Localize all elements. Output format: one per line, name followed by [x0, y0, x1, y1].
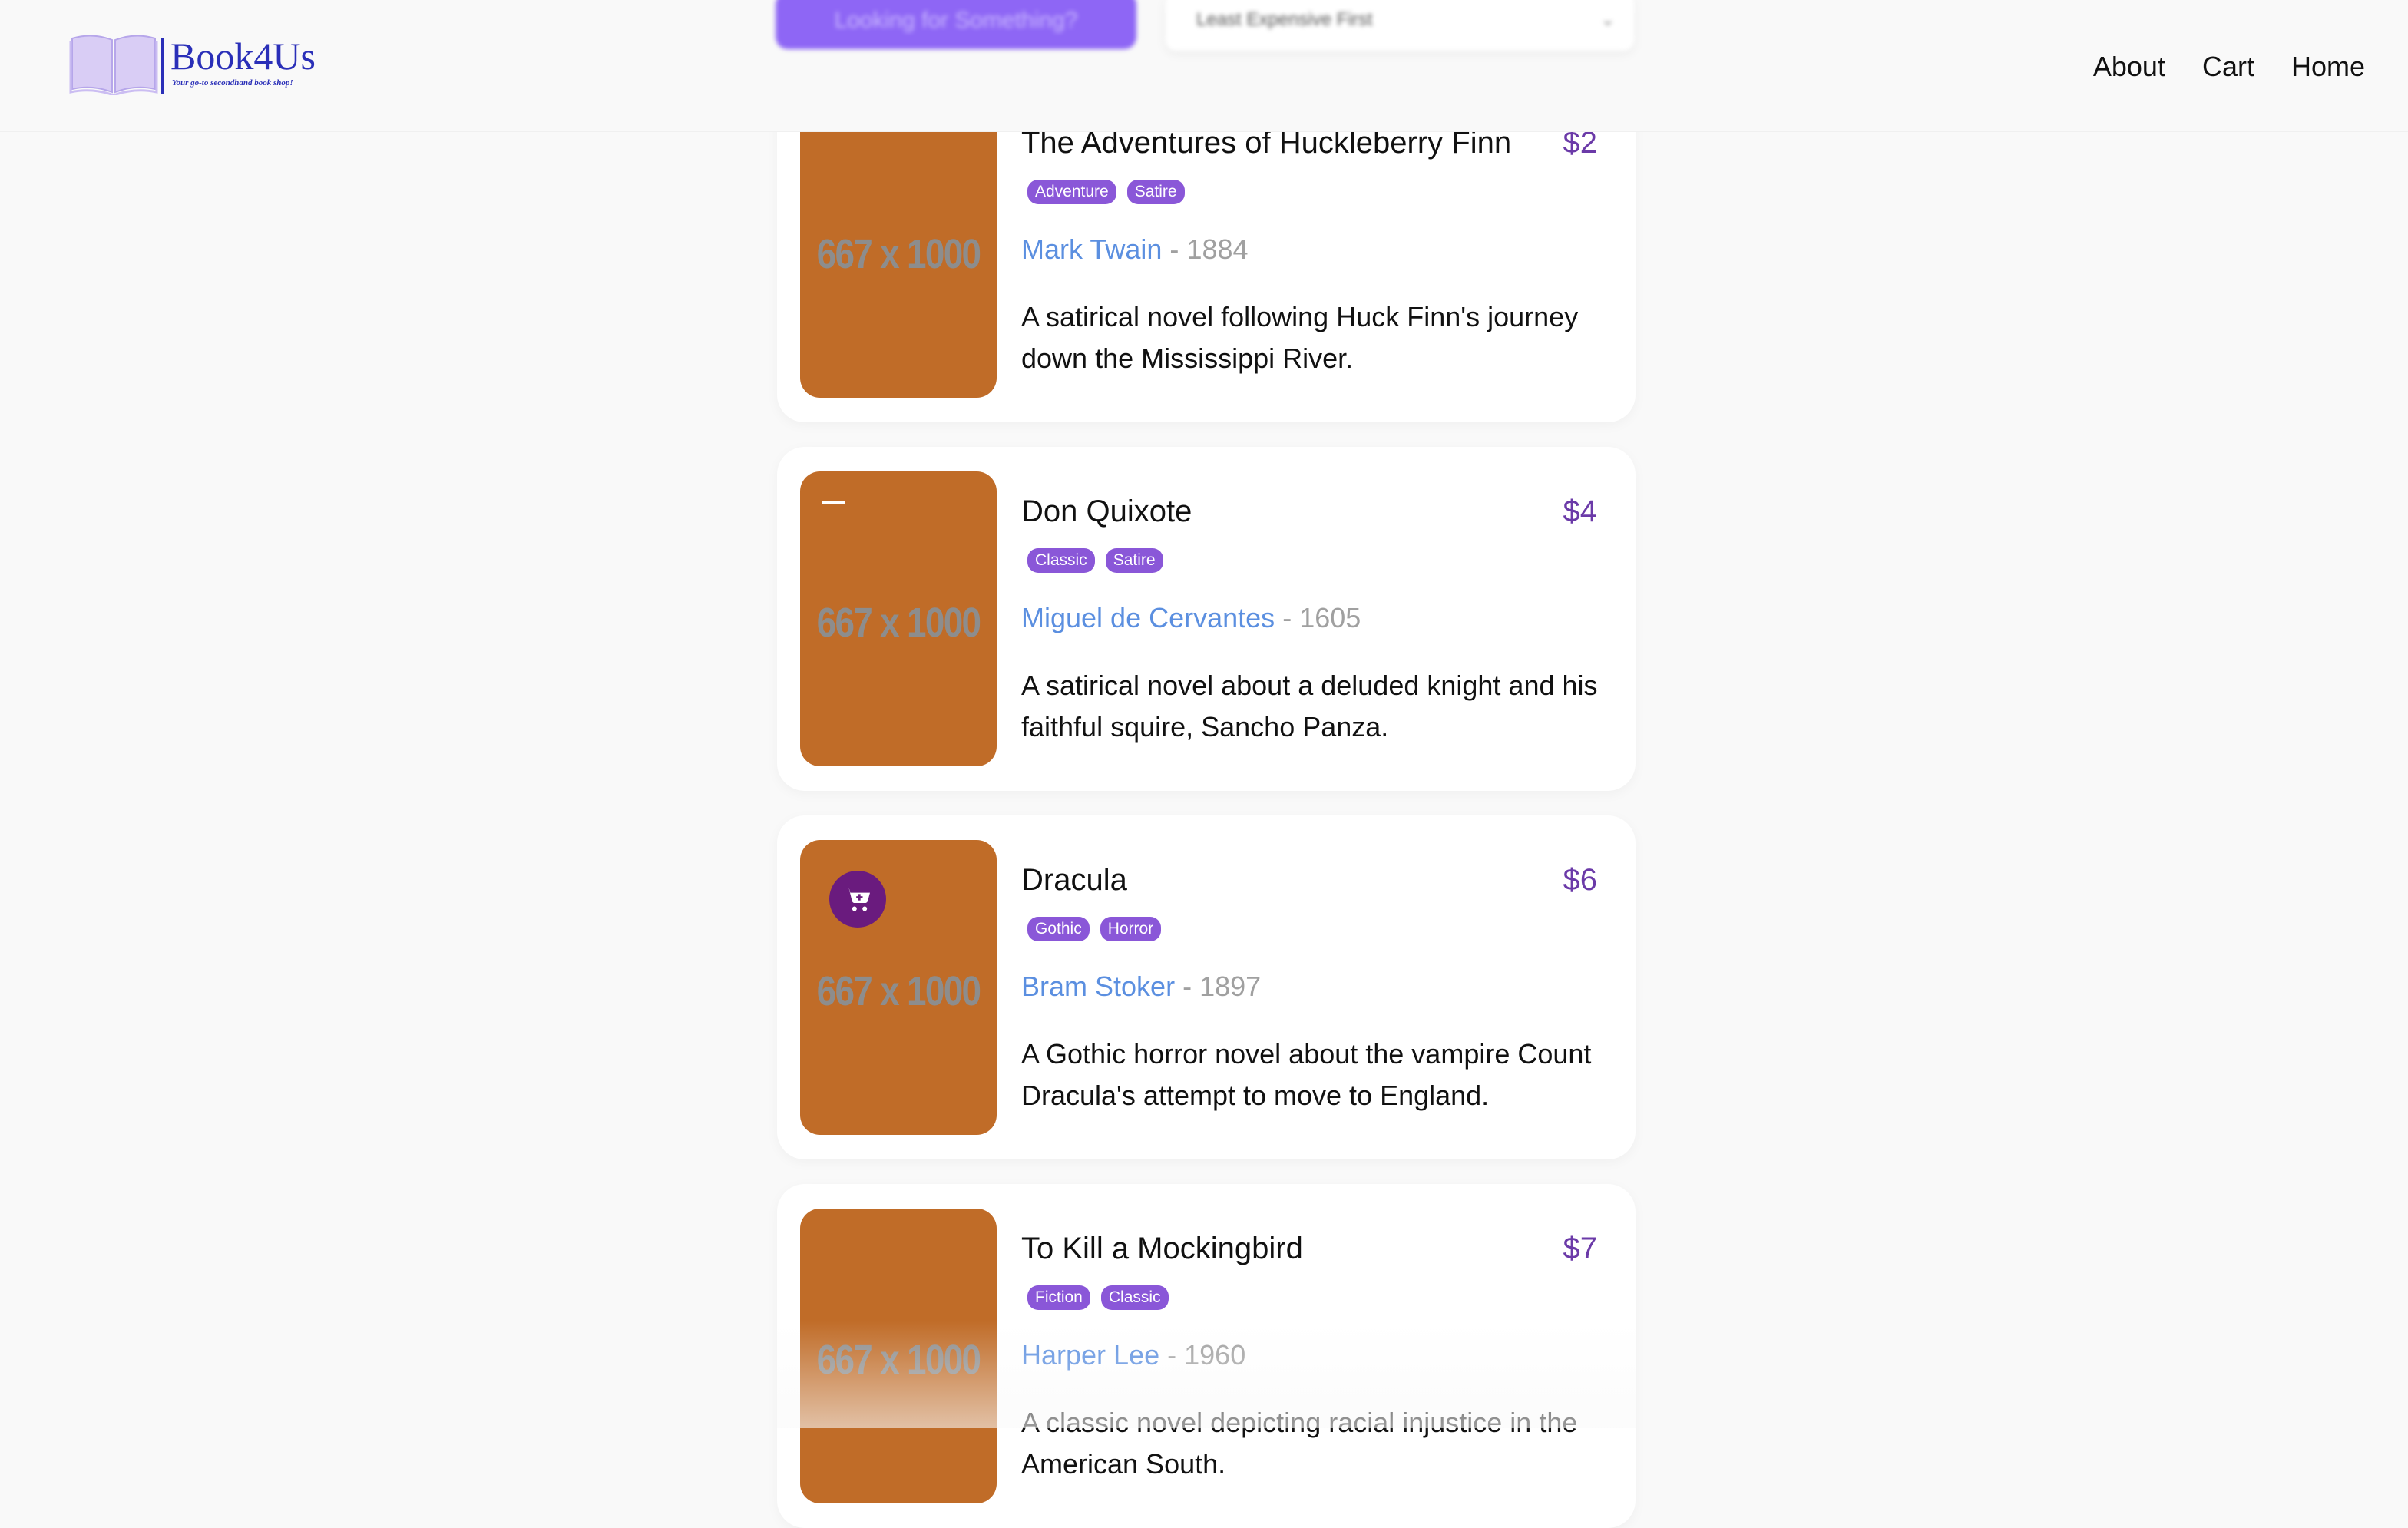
book-description: A satirical novel following Huck Finn's … — [1021, 301, 1579, 374]
nav-home[interactable]: Home — [2291, 51, 2365, 83]
book-cover: 667 x 1000 — [800, 840, 997, 1135]
book-author[interactable]: Miguel de Cervantes — [1021, 602, 1275, 633]
meta-separator: - — [1282, 602, 1292, 633]
book-author[interactable]: Bram Stoker — [1021, 971, 1175, 1002]
book-cover: 667 x 1000 — [800, 1209, 997, 1503]
book-meta: Bram Stoker - 1897 — [1021, 971, 1261, 1003]
open-book-icon — [69, 35, 158, 95]
book-meta: Mark Twain - 1884 — [1021, 233, 1249, 266]
book-card[interactable]: 667 x 1000 Don Quixote $4 Classic Satire… — [777, 447, 1636, 791]
genre-tags: Gothic Horror — [1027, 917, 1162, 941]
genre-tag: Adventure — [1027, 180, 1116, 204]
book-description: A satirical novel about a deluded knight… — [1021, 670, 1598, 743]
book-cover: 667 x 1000 — [800, 103, 997, 398]
meta-separator: - — [1167, 1339, 1177, 1371]
book-year: 1884 — [1186, 233, 1249, 265]
meta-separator: - — [1169, 233, 1179, 265]
cover-placeholder-text: 667 x 1000 — [816, 600, 981, 646]
book-title: Dracula — [1021, 863, 1127, 897]
book-card[interactable]: 667 x 1000 To Kill a Mockingbird $7 Fict… — [777, 1184, 1636, 1528]
book-price: $7 — [1563, 1232, 1598, 1265]
sort-select[interactable]: Least Expensive First ⌄ — [1166, 0, 1634, 51]
book-cover: 667 x 1000 — [800, 471, 997, 766]
meta-separator: - — [1182, 971, 1192, 1002]
book-price: $6 — [1563, 863, 1598, 897]
genre-tags: Adventure Satire — [1027, 180, 1185, 204]
logo-divider — [161, 38, 164, 94]
logo-tagline: Your go-to secondhand book shop! — [172, 78, 293, 88]
chevron-down-icon: ⌄ — [1599, 9, 1616, 30]
book-year: 1897 — [1199, 971, 1262, 1002]
genre-tag: Classic — [1100, 1285, 1169, 1310]
genre-tag: Satire — [1105, 548, 1163, 573]
book-author[interactable]: Harper Lee — [1021, 1339, 1159, 1371]
book-description: A classic novel depicting racial injusti… — [1021, 1407, 1578, 1480]
book-description: A Gothic horror novel about the vampire … — [1021, 1038, 1592, 1111]
book-price: $4 — [1563, 494, 1598, 528]
genre-tag: Fiction — [1027, 1285, 1090, 1310]
genre-tag: Satire — [1126, 180, 1185, 204]
genre-tag: Classic — [1027, 548, 1095, 573]
genre-tags: Classic Satire — [1027, 548, 1163, 573]
cart-plus-icon — [845, 888, 870, 911]
book-year: 1960 — [1184, 1339, 1246, 1371]
book-author[interactable]: Mark Twain — [1021, 233, 1162, 265]
sort-select-value: Least Expensive First — [1196, 9, 1373, 30]
nav-about[interactable]: About — [2093, 51, 2165, 83]
nav-cart[interactable]: Cart — [2202, 51, 2254, 83]
logo-name: Book4Us — [170, 35, 316, 78]
genre-tag: Horror — [1100, 917, 1162, 941]
site-header: Looking for Something? Least Expensive F… — [0, 0, 2408, 132]
site-logo[interactable]: Book4Us Your go-to secondhand book shop! — [69, 31, 322, 100]
genre-tags: Fiction Classic — [1027, 1285, 1169, 1310]
book-meta: Miguel de Cervantes - 1605 — [1021, 602, 1361, 634]
book-title: To Kill a Mockingbird — [1021, 1232, 1303, 1265]
cover-dash-mark — [822, 501, 845, 504]
add-to-cart-button[interactable] — [829, 871, 886, 928]
cover-placeholder-text: 667 x 1000 — [816, 1337, 981, 1383]
book-title: Don Quixote — [1021, 494, 1192, 528]
book-year: 1605 — [1299, 602, 1361, 633]
genre-tag: Gothic — [1027, 917, 1090, 941]
book-card[interactable]: 667 x 1000 Dracula $6 Gothic Horror Bram… — [777, 815, 1636, 1159]
search-button[interactable]: Looking for Something? — [776, 0, 1136, 49]
cover-placeholder-text: 667 x 1000 — [816, 968, 981, 1014]
book-meta: Harper Lee - 1960 — [1021, 1339, 1245, 1371]
main-nav: About Cart Home — [2093, 51, 2365, 83]
cover-placeholder-text: 667 x 1000 — [816, 231, 981, 277]
